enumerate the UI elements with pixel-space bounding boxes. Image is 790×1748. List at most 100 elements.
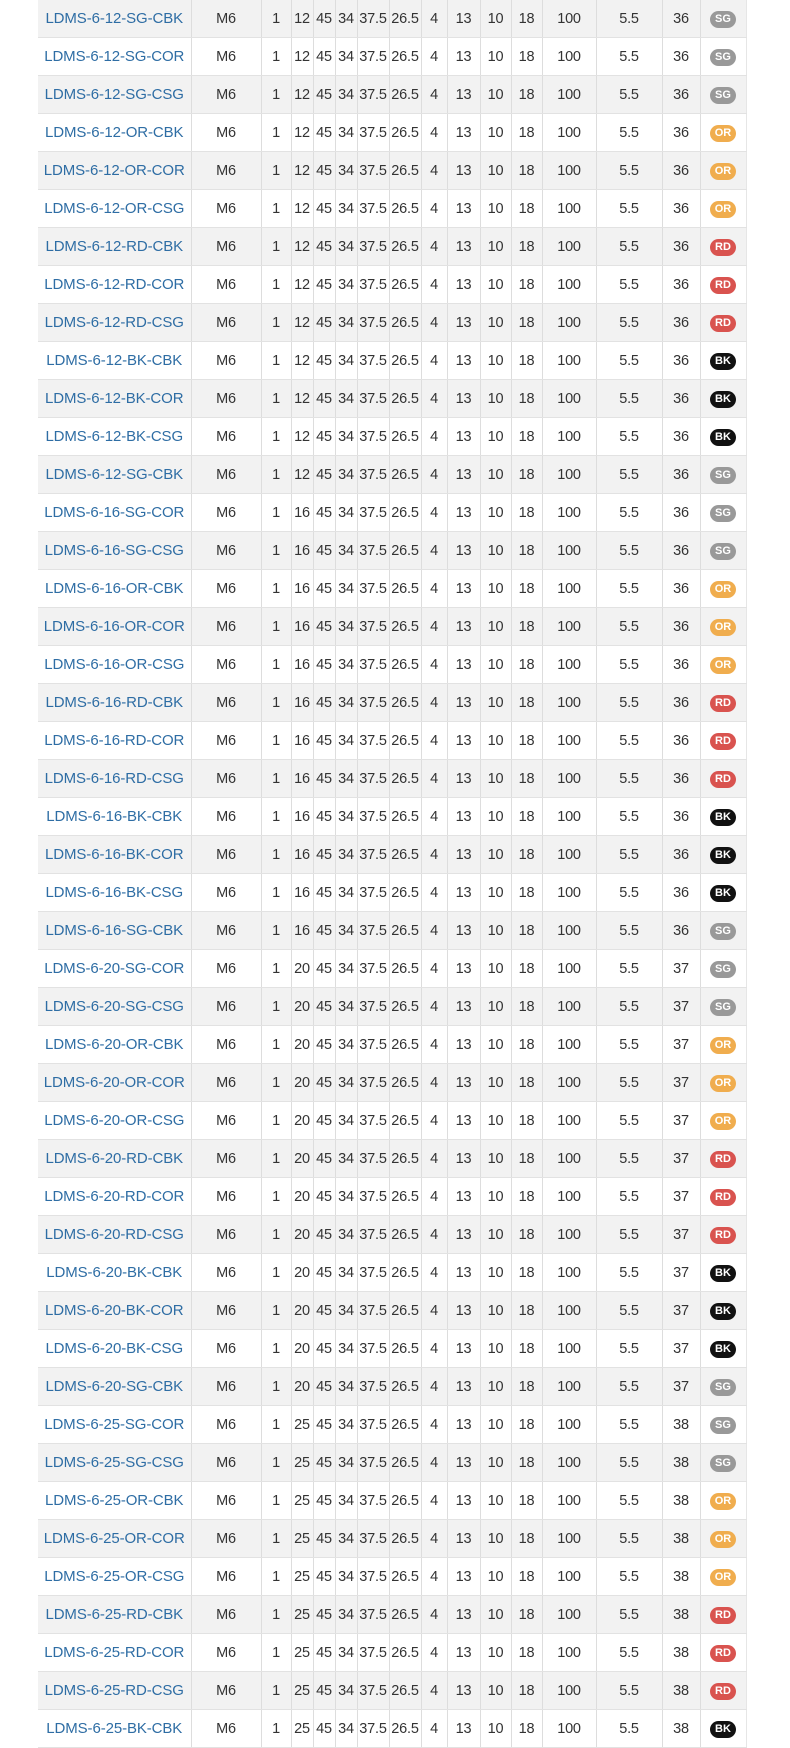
cell-col-g: 37.5: [357, 265, 390, 304]
part-number-link[interactable]: LDMS-6-20-BK-CBK: [46, 1264, 182, 1281]
part-number-link[interactable]: LDMS-6-25-RD-CBK: [45, 1606, 183, 1623]
part-number-link[interactable]: LDMS-6-12-BK-CSG: [45, 428, 183, 445]
cell-col-f: 34: [335, 721, 358, 760]
cell-col-m: 100: [542, 1519, 597, 1558]
table-row: LDMS-6-12-BK-CBK M6 1 12 45 34 37.5 26.5 4 13 10 18…: [38, 341, 747, 380]
cell-col-i: 4: [421, 873, 448, 912]
part-number-link[interactable]: LDMS-6-25-OR-COR: [44, 1530, 185, 1547]
cell-col-g: 37.5: [357, 303, 390, 342]
part-number-link[interactable]: LDMS-6-25-OR-CBK: [45, 1492, 184, 1509]
table-row: LDMS-6-20-BK-CSG M6 1 20 45 34 37.5 26.5 4 13 10 18…: [38, 1329, 747, 1368]
cell-col-j: 13: [447, 151, 481, 190]
part-number-link[interactable]: LDMS-6-20-SG-CBK: [45, 1378, 183, 1395]
cell-col-o: 38: [662, 1671, 701, 1710]
cell-col-m: 100: [542, 645, 597, 684]
cell-col-o: 36: [662, 189, 701, 228]
cell-thread-size: M6: [191, 1329, 262, 1368]
cell-col-m: 100: [542, 341, 597, 380]
part-number-link[interactable]: LDMS-6-16-BK-CBK: [46, 808, 182, 825]
cell-col-n: 5.5: [596, 1025, 663, 1064]
cell-color-code: OR: [700, 645, 747, 684]
cell-col-f: 34: [335, 1025, 358, 1064]
part-number-link[interactable]: LDMS-6-25-OR-CSG: [44, 1568, 184, 1585]
cell-part-number: LDMS-6-20-RD-CBK: [38, 1139, 192, 1178]
cell-col-e: 45: [313, 189, 336, 228]
part-number-link[interactable]: LDMS-6-20-RD-CSG: [45, 1226, 184, 1243]
table-row: LDMS-6-12-RD-CSG M6 1 12 45 34 37.5 26.5 4 13 10 18…: [38, 303, 747, 342]
cell-color-code: BK: [700, 1253, 747, 1292]
color-badge: SG: [710, 1416, 736, 1434]
part-number-link[interactable]: LDMS-6-16-SG-CSG: [45, 542, 184, 559]
cell-col-n: 5.5: [596, 1101, 663, 1140]
cell-col-m: 100: [542, 493, 597, 532]
part-number-link[interactable]: LDMS-6-25-RD-COR: [44, 1644, 184, 1661]
part-number-link[interactable]: LDMS-6-20-BK-CSG: [45, 1340, 183, 1357]
part-number-link[interactable]: LDMS-6-12-SG-CBK: [45, 466, 183, 483]
part-number-link[interactable]: LDMS-6-12-RD-COR: [44, 276, 184, 293]
table-row: LDMS-6-12-SG-CSG M6 1 12 45 34 37.5 26.5 4 13 10 18…: [38, 75, 747, 114]
part-number-link[interactable]: LDMS-6-12-SG-COR: [44, 48, 184, 65]
cell-col-k: 10: [480, 1367, 512, 1406]
cell-col-i: 4: [421, 607, 448, 646]
part-number-link[interactable]: LDMS-6-25-RD-CSG: [45, 1682, 184, 1699]
cell-col-j: 13: [447, 75, 481, 114]
table-row: LDMS-6-16-RD-CSG M6 1 16 45 34 37.5 26.5 4 13 10 18…: [38, 759, 747, 798]
cell-thread-size: M6: [191, 303, 262, 342]
part-number-link[interactable]: LDMS-6-20-RD-CBK: [45, 1150, 183, 1167]
cell-col-i: 4: [421, 493, 448, 532]
cell-col-m: 100: [542, 1253, 597, 1292]
part-number-link[interactable]: LDMS-6-20-RD-COR: [44, 1188, 184, 1205]
cell-col-i: 4: [421, 1139, 448, 1178]
part-number-link[interactable]: LDMS-6-16-OR-CBK: [45, 580, 184, 597]
cell-col-o: 36: [662, 721, 701, 760]
cell-col-o: 38: [662, 1405, 701, 1444]
part-number-link[interactable]: LDMS-6-12-SG-CSG: [45, 86, 184, 103]
part-number-link[interactable]: LDMS-6-16-OR-COR: [44, 618, 185, 635]
part-number-link[interactable]: LDMS-6-12-BK-CBK: [46, 352, 182, 369]
part-number-link[interactable]: LDMS-6-16-RD-COR: [44, 732, 184, 749]
cell-col-c: 1: [261, 1481, 292, 1520]
cell-thread-size: M6: [191, 531, 262, 570]
part-number-link[interactable]: LDMS-6-12-RD-CSG: [45, 314, 184, 331]
part-number-link[interactable]: LDMS-6-16-RD-CSG: [45, 770, 184, 787]
cell-col-f: 34: [335, 227, 358, 266]
part-number-link[interactable]: LDMS-6-20-OR-COR: [44, 1074, 185, 1091]
part-number-link[interactable]: LDMS-6-25-SG-COR: [44, 1416, 184, 1433]
cell-color-code: SG: [700, 493, 747, 532]
part-number-link[interactable]: LDMS-6-12-OR-CBK: [45, 124, 184, 141]
color-badge: OR: [710, 618, 736, 636]
cell-col-m: 100: [542, 759, 597, 798]
part-number-link[interactable]: LDMS-6-20-OR-CBK: [45, 1036, 184, 1053]
part-number-link[interactable]: LDMS-6-25-SG-CSG: [45, 1454, 184, 1471]
part-number-link[interactable]: LDMS-6-20-SG-COR: [44, 960, 184, 977]
cell-col-i: 4: [421, 531, 448, 570]
cell-thread-size: M6: [191, 1557, 262, 1596]
part-number-link[interactable]: LDMS-6-16-OR-CSG: [44, 656, 184, 673]
part-number-link[interactable]: LDMS-6-12-BK-COR: [45, 390, 184, 407]
cell-col-h: 26.5: [389, 379, 422, 418]
part-number-link[interactable]: LDMS-6-16-SG-CBK: [45, 922, 183, 939]
part-number-link[interactable]: LDMS-6-12-SG-CBK: [45, 10, 183, 27]
part-number-link[interactable]: LDMS-6-16-BK-CSG: [45, 884, 183, 901]
cell-col-h: 26.5: [389, 797, 422, 836]
cell-col-f: 34: [335, 1557, 358, 1596]
part-number-link[interactable]: LDMS-6-12-OR-CSG: [44, 200, 184, 217]
part-number-link[interactable]: LDMS-6-12-OR-COR: [44, 162, 185, 179]
cell-color-code: RD: [700, 1177, 747, 1216]
part-number-link[interactable]: LDMS-6-16-BK-COR: [45, 846, 184, 863]
cell-col-n: 5.5: [596, 1177, 663, 1216]
part-number-link[interactable]: LDMS-6-25-BK-CBK: [46, 1720, 182, 1737]
cell-col-l: 18: [511, 265, 543, 304]
cell-col-d: 16: [291, 797, 314, 836]
part-number-link[interactable]: LDMS-6-20-BK-COR: [45, 1302, 184, 1319]
cell-color-code: RD: [700, 227, 747, 266]
cell-col-h: 26.5: [389, 493, 422, 532]
part-number-link[interactable]: LDMS-6-16-RD-CBK: [45, 694, 183, 711]
part-number-link[interactable]: LDMS-6-12-RD-CBK: [45, 238, 183, 255]
cell-col-m: 100: [542, 1177, 597, 1216]
part-number-link[interactable]: LDMS-6-20-SG-CSG: [45, 998, 184, 1015]
cell-thread-size: M6: [191, 683, 262, 722]
part-number-link[interactable]: LDMS-6-16-SG-COR: [44, 504, 184, 521]
part-number-link[interactable]: LDMS-6-20-OR-CSG: [44, 1112, 184, 1129]
cell-col-f: 34: [335, 1253, 358, 1292]
